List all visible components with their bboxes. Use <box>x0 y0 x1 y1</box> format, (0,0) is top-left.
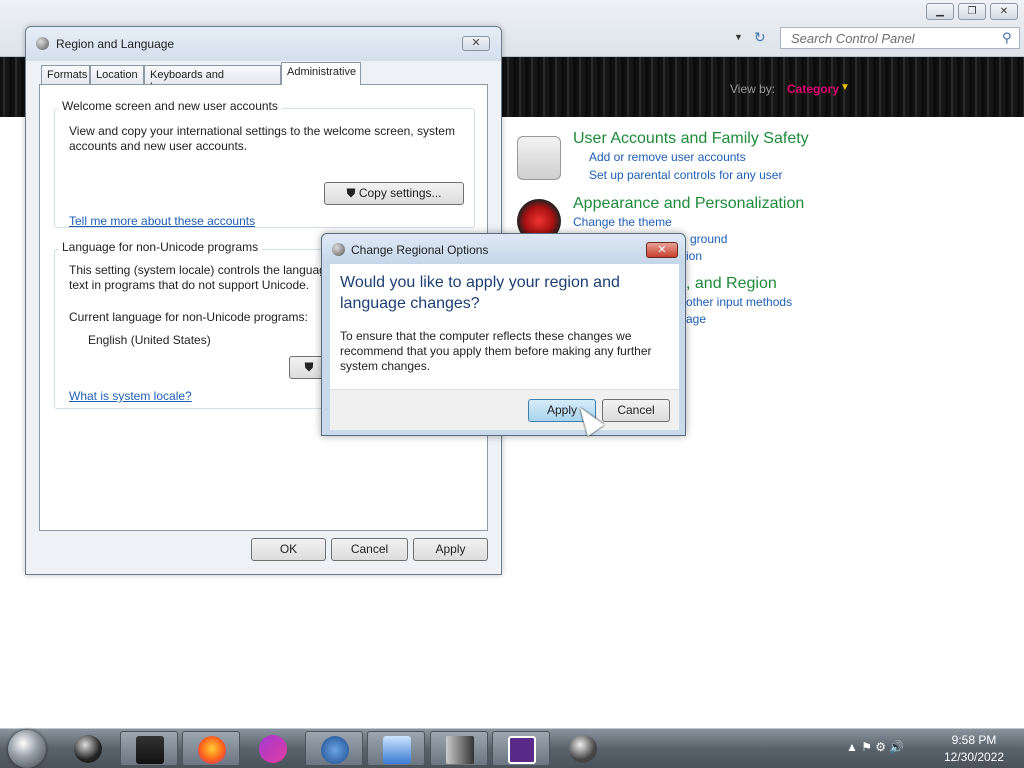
app-7-icon <box>446 736 474 764</box>
globe-icon <box>36 37 49 50</box>
address-dropdown-icon[interactable]: ▼ <box>734 32 743 42</box>
app-8-icon <box>508 736 536 764</box>
start-button[interactable] <box>8 730 46 768</box>
clock-time[interactable]: 9:58 PM <box>942 733 1006 747</box>
link-resolution[interactable]: ion <box>686 249 702 263</box>
dialog-heading: Would you like to apply your region and … <box>340 274 620 312</box>
taskbar-app-1[interactable] <box>59 731 117 766</box>
user-accounts-icon[interactable] <box>517 136 561 180</box>
taskbar-app-8[interactable] <box>492 731 550 766</box>
tell-me-more-link[interactable]: Tell me more about these accounts <box>69 214 255 228</box>
taskbar-firefox[interactable] <box>182 731 240 766</box>
welcome-group-label: Welcome screen and new user accounts <box>58 99 282 113</box>
view-by-label: View by: <box>730 82 776 96</box>
link-display-language[interactable]: age <box>686 312 706 326</box>
app-2-icon <box>136 736 164 764</box>
app-1-icon <box>74 735 102 763</box>
welcome-description: View and copy your international setting… <box>69 124 455 153</box>
change-regional-options-dialog: Change Regional Options ✕ Would you like… <box>321 233 686 436</box>
category-clock-region[interactable]: , and Region <box>686 275 777 293</box>
copy-settings-label: Copy settings... <box>358 186 442 200</box>
dialog-footer: Apply Cancel <box>330 389 679 430</box>
maximize-button[interactable]: ❐ <box>958 3 986 20</box>
dialog-close-button[interactable]: ✕ <box>646 242 678 258</box>
cancel-button[interactable]: Cancel <box>331 538 408 561</box>
link-add-remove-accounts[interactable]: Add or remove user accounts <box>589 150 746 164</box>
tab-location[interactable]: Location <box>90 65 144 85</box>
taskbar-app-9[interactable] <box>554 731 612 766</box>
clock-date[interactable]: 12/30/2022 <box>942 750 1006 764</box>
system-tray-icons[interactable]: ▲ ⚑ ⚙ 🔊 <box>846 740 904 754</box>
view-by-dropdown[interactable]: Category <box>787 82 839 96</box>
link-background[interactable]: ground <box>690 232 727 246</box>
search-input[interactable]: Search Control Panel <box>780 27 1020 49</box>
copy-settings-button[interactable]: ⛊ Copy settings... <box>324 182 464 205</box>
unicode-description: This setting (system locale) controls th… <box>69 263 326 292</box>
category-appearance[interactable]: Appearance and Personalization <box>573 195 804 213</box>
apply-button[interactable]: Apply <box>413 538 488 561</box>
app-6-icon <box>383 736 411 764</box>
app-4-icon <box>259 735 287 763</box>
category-user-accounts[interactable]: User Accounts and Family Safety <box>573 130 809 148</box>
dialog-content: Would you like to apply your region and … <box>330 264 679 389</box>
link-change-theme[interactable]: Change the theme <box>573 215 672 229</box>
close-button[interactable]: ✕ <box>462 36 490 51</box>
tab-keyboards-languages[interactable]: Keyboards and Languages <box>144 65 281 93</box>
minimize-button[interactable]: ▁ <box>926 3 954 20</box>
taskbar-app-2[interactable] <box>120 731 178 766</box>
link-parental-controls[interactable]: Set up parental controls for any user <box>589 168 782 182</box>
app-9-icon <box>569 735 597 763</box>
dialog-cancel-button[interactable]: Cancel <box>602 399 670 422</box>
system-locale-link[interactable]: What is system locale? <box>69 389 192 403</box>
tab-formats[interactable]: Formats <box>41 65 90 85</box>
link-input-methods[interactable]: other input methods <box>686 295 792 309</box>
globe-icon <box>332 243 345 256</box>
firefox-icon <box>198 736 226 764</box>
close-window-button[interactable]: ✕ <box>990 3 1018 20</box>
shield-icon: ⛊ <box>346 186 359 200</box>
taskbar-app-7[interactable] <box>430 731 488 766</box>
taskbar-app-6[interactable] <box>367 731 425 766</box>
current-language-value: English (United States) <box>88 333 211 347</box>
current-language-label: Current language for non-Unicode program… <box>69 310 308 324</box>
unicode-group-label: Language for non-Unicode programs <box>58 240 263 254</box>
dialog-message: To ensure that the computer reflects the… <box>340 329 652 373</box>
view-by-arrow-icon[interactable]: ▼ <box>840 82 850 93</box>
ok-button[interactable]: OK <box>251 538 326 561</box>
taskbar-app-4[interactable] <box>244 731 302 766</box>
taskbar-app-5[interactable] <box>305 731 363 766</box>
search-icon[interactable]: ⚲ <box>1002 30 1016 45</box>
window-title: Region and Language <box>56 37 175 51</box>
refresh-icon[interactable]: ↻ <box>754 29 766 46</box>
tab-administrative[interactable]: Administrative <box>281 62 361 85</box>
app-5-icon <box>321 736 349 764</box>
dialog-title: Change Regional Options <box>351 243 489 257</box>
